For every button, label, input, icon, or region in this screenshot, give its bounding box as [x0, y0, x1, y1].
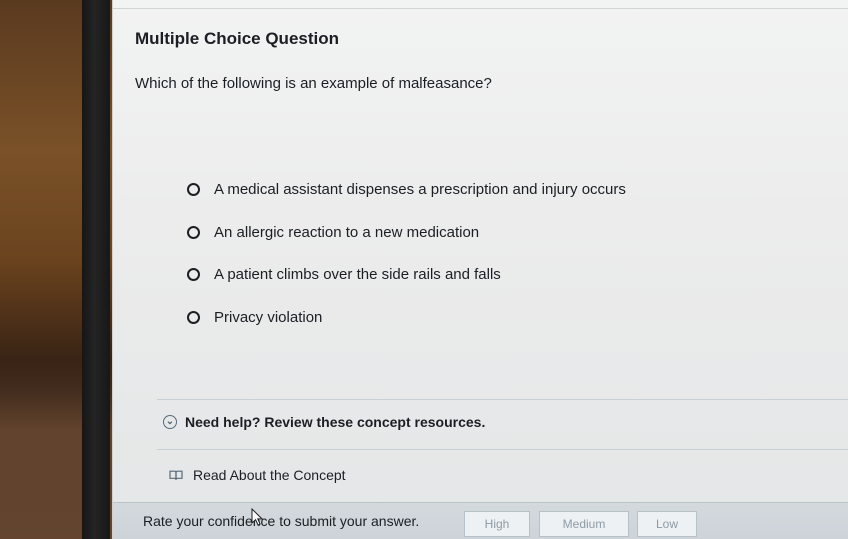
answer-option[interactable]: Privacy violation: [187, 309, 322, 326]
resource-label: Read About the Concept: [193, 467, 346, 483]
top-divider: [113, 8, 848, 9]
answer-option[interactable]: A medical assistant dispenses a prescrip…: [187, 181, 626, 198]
help-label: Need help? Review these concept resource…: [185, 414, 486, 430]
answer-option-label: A medical assistant dispenses a prescrip…: [214, 181, 626, 198]
confidence-low-button[interactable]: Low: [637, 511, 697, 537]
help-divider-top: [157, 399, 848, 400]
photo-frame: Multiple Choice Question Which of the fo…: [0, 0, 848, 539]
resource-divider: [157, 449, 848, 450]
concept-help-toggle[interactable]: ⌄ Need help? Review these concept resour…: [163, 414, 485, 430]
confidence-prompt: Rate your confidence to submit your answ…: [143, 513, 420, 529]
answer-option[interactable]: A patient climbs over the side rails and…: [187, 266, 501, 283]
monitor-bezel: [82, 0, 110, 539]
confidence-high-button[interactable]: High: [464, 511, 530, 537]
read-about-concept-link[interactable]: Read About the Concept: [169, 467, 346, 483]
radio-button-icon[interactable]: [187, 226, 200, 239]
radio-button-icon[interactable]: [187, 183, 200, 196]
answer-option-label: A patient climbs over the side rails and…: [214, 266, 501, 283]
answer-option-label: An allergic reaction to a new medication: [214, 224, 480, 241]
answer-option-label: Privacy violation: [214, 309, 323, 326]
radio-button-icon[interactable]: [187, 311, 200, 324]
radio-button-icon[interactable]: [187, 268, 200, 281]
question-screen: Multiple Choice Question Which of the fo…: [112, 0, 848, 539]
book-icon: [169, 469, 183, 481]
confidence-medium-button[interactable]: Medium: [539, 511, 629, 537]
circle-chevron-down-icon: ⌄: [163, 415, 177, 429]
question-title: Multiple Choice Question: [135, 29, 340, 48]
confidence-bar: Rate your confidence to submit your answ…: [113, 502, 848, 539]
answer-option[interactable]: An allergic reaction to a new medication: [187, 224, 479, 241]
question-prompt: Which of the following is an example of …: [135, 75, 492, 92]
